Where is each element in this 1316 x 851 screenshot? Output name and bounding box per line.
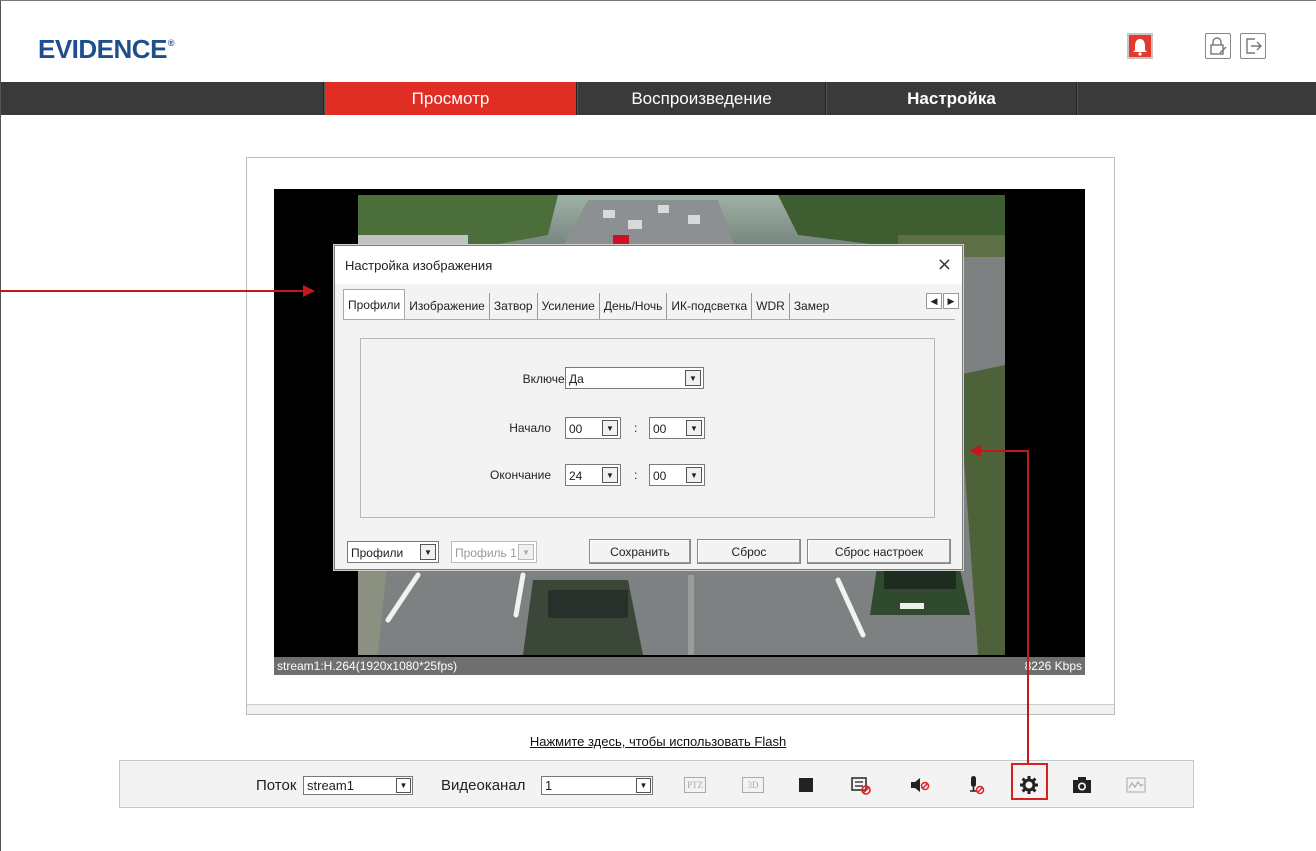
tab-metering[interactable]: Замер xyxy=(790,293,834,319)
profile-select-value: Профиль 1 xyxy=(455,546,517,560)
nav-separator xyxy=(825,82,827,115)
frame-border-top xyxy=(0,0,1316,1)
chevron-down-icon: ▼ xyxy=(686,467,702,483)
tab-image[interactable]: Изображение xyxy=(405,293,490,319)
app-root: EVIDENCE® Просмотр Воспроизведение Настр… xyxy=(0,0,1316,851)
chevron-down-icon: ▼ xyxy=(685,370,701,386)
chevron-down-icon: ▼ xyxy=(686,420,702,436)
time-separator: : xyxy=(634,421,638,435)
chevron-down-icon: ▼ xyxy=(602,467,618,483)
tab-scroll-left-icon[interactable]: ◀ xyxy=(926,293,942,309)
chevron-down-icon: ▼ xyxy=(420,544,436,560)
profiles-select[interactable]: Профили ▼ xyxy=(347,541,439,563)
frame-border xyxy=(0,0,1,851)
nav-separator xyxy=(1076,82,1078,115)
brand-logo: EVIDENCE® xyxy=(38,34,175,65)
main-nav: Просмотр Воспроизведение Настройка xyxy=(1,82,1316,115)
time-separator: : xyxy=(634,468,638,482)
alarm-icon[interactable] xyxy=(1127,33,1153,59)
enabled-select[interactable]: Да ▼ xyxy=(565,367,704,389)
tab-day-night[interactable]: День/Ночь xyxy=(600,293,668,319)
start-minute-value: 00 xyxy=(653,422,667,436)
profile-select[interactable]: Профиль 1 ▼ xyxy=(451,541,537,563)
tab-settings[interactable]: Настройка xyxy=(827,82,1076,115)
lock-icon[interactable] xyxy=(1205,33,1231,59)
flash-link[interactable]: Нажмите здесь, чтобы использовать Flash xyxy=(0,734,1316,749)
dialog-tabs: Профили Изображение Затвор Усиление День… xyxy=(343,289,955,320)
close-icon[interactable]: × xyxy=(937,254,952,275)
tab-gain[interactable]: Усиление xyxy=(538,293,600,319)
reset-settings-button[interactable]: Сброс настроек xyxy=(807,539,951,564)
callout-arrow-left xyxy=(303,285,315,297)
end-hour-select[interactable]: 24 ▼ xyxy=(565,464,621,486)
dialog-title: Настройка изображения xyxy=(335,246,962,284)
reset-button[interactable]: Сброс xyxy=(697,539,801,564)
bitrate: 8226 Kbps xyxy=(1024,659,1082,673)
chevron-down-icon: ▼ xyxy=(518,544,534,560)
end-minute-value: 00 xyxy=(653,469,667,483)
save-button[interactable]: Сохранить xyxy=(589,539,691,564)
stream-select-value: stream1 xyxy=(307,778,354,793)
stats-icon[interactable] xyxy=(1125,774,1147,796)
callout-line-vertical xyxy=(1027,450,1029,763)
logo-text: EVIDENCE xyxy=(38,34,167,64)
end-minute-select[interactable]: 00 ▼ xyxy=(649,464,705,486)
profiles-panel: Включено Да ▼ Начало 00 ▼ : 00 ▼ Окончание … xyxy=(360,338,935,518)
start-hour-select[interactable]: 00 ▼ xyxy=(565,417,621,439)
stream-label: Поток xyxy=(256,777,297,794)
tab-shutter[interactable]: Затвор xyxy=(490,293,538,319)
snapshot-icon[interactable] xyxy=(1071,774,1093,796)
profiles-select-value: Профили xyxy=(351,546,404,560)
chevron-down-icon: ▼ xyxy=(602,420,618,436)
tab-ir[interactable]: ИК-подсветка xyxy=(667,293,753,319)
start-label: Начало xyxy=(509,421,551,435)
tab-view[interactable]: Просмотр xyxy=(325,82,576,115)
ptz-icon[interactable]: PTZ xyxy=(684,777,706,793)
logout-icon[interactable] xyxy=(1240,33,1266,59)
end-hour-value: 24 xyxy=(569,469,583,483)
callout-line-horizontal xyxy=(980,450,1029,452)
video-status-bar: stream1:H.264(1920x1080*25fps) 8226 Kbps xyxy=(274,657,1085,675)
channel-select[interactable]: 1 ▼ xyxy=(541,776,653,795)
image-settings-dialog: Настройка изображения × Профили Изображе… xyxy=(334,245,963,570)
chevron-down-icon: ▼ xyxy=(396,778,411,793)
osd-icon[interactable] xyxy=(850,774,872,796)
tab-playback[interactable]: Воспроизведение xyxy=(578,82,825,115)
callout-arrow-right xyxy=(969,445,981,457)
stop-icon[interactable] xyxy=(795,774,817,796)
chevron-down-icon: ▼ xyxy=(636,778,651,793)
3d-icon[interactable]: 3D xyxy=(742,777,764,793)
stream-select[interactable]: stream1 ▼ xyxy=(303,776,413,795)
start-hour-value: 00 xyxy=(569,422,583,436)
start-minute-select[interactable]: 00 ▼ xyxy=(649,417,705,439)
channel-select-value: 1 xyxy=(545,778,553,793)
end-label: Окончание xyxy=(490,468,551,482)
stream-info: stream1:H.264(1920x1080*25fps) xyxy=(277,659,458,673)
mic-icon[interactable] xyxy=(965,774,987,796)
tab-wdr[interactable]: WDR xyxy=(752,293,790,319)
tab-scroll-right-icon[interactable]: ▶ xyxy=(943,293,959,309)
channel-label: Видеоканал xyxy=(441,777,526,794)
viewer-bottom-bar xyxy=(247,704,1114,714)
registered-mark: ® xyxy=(167,38,175,48)
enabled-select-value: Да xyxy=(569,372,584,386)
callout-line-left xyxy=(0,290,305,292)
enabled-label: Включено xyxy=(522,372,578,386)
tab-profiles[interactable]: Профили xyxy=(343,289,406,319)
nav-separator xyxy=(576,82,578,115)
mute-icon[interactable] xyxy=(909,774,931,796)
nav-separator xyxy=(323,82,325,115)
settings-highlight-box xyxy=(1011,763,1048,800)
